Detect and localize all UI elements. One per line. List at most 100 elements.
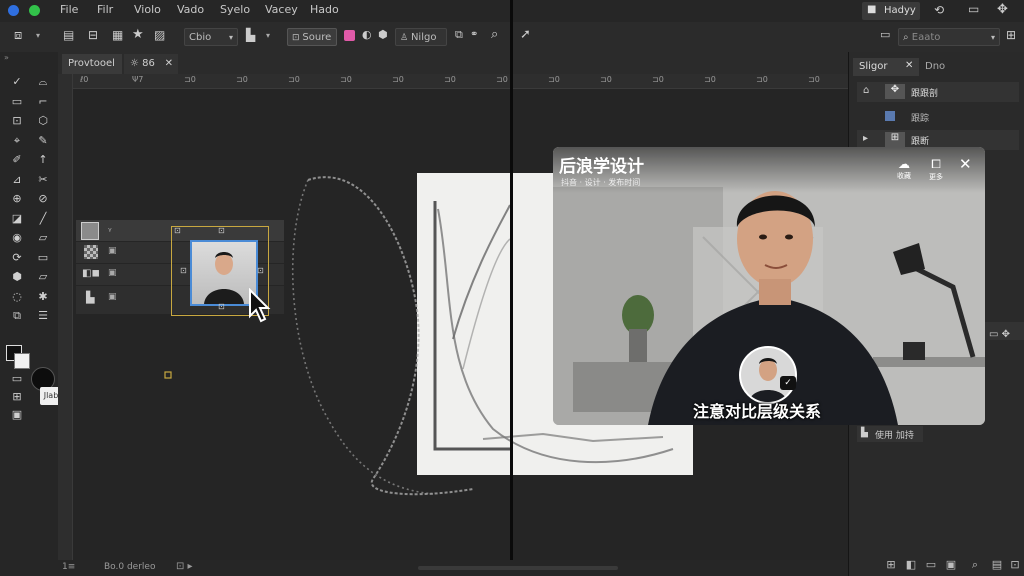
move-tool-icon[interactable]: ⧈ — [14, 28, 22, 43]
text-tool-icon[interactable]: ☰ — [34, 309, 52, 323]
grid-icon[interactable]: ▦ — [112, 28, 123, 42]
menu-syelo[interactable]: Syelo — [220, 3, 250, 16]
heal-tool-icon[interactable]: ⊕ — [8, 192, 26, 206]
handle-icon[interactable]: ⊡ — [218, 226, 225, 235]
chart-icon[interactable]: ▙ — [246, 28, 255, 42]
extra-tool-icon[interactable]: ⊞ — [8, 390, 26, 404]
color-swatch-icon[interactable] — [344, 30, 355, 41]
zoom-level[interactable]: Bo.0 derleo — [104, 562, 155, 572]
close-icon[interactable]: ✕ — [959, 155, 972, 173]
source-button[interactable]: ⊡ Soure — [287, 28, 337, 46]
image-icon[interactable]: ▨ — [154, 28, 165, 42]
link-icon[interactable]: ⚭ — [470, 29, 478, 40]
favorite-button[interactable]: ☁ 收藏 — [893, 157, 915, 183]
window-dot-icon[interactable] — [29, 5, 40, 16]
layer-item[interactable]: 跟踪 — [857, 108, 1019, 126]
tab-sligor[interactable]: Sligor ✕ — [853, 58, 919, 76]
shape-tool-icon[interactable]: ▱ — [34, 231, 52, 245]
chevron-down-icon[interactable]: ▾ — [36, 31, 40, 40]
menu-violo[interactable]: Violo — [134, 3, 161, 16]
layer-option-icon[interactable]: ᵧ — [108, 223, 112, 234]
fx-icon[interactable]: ▭ — [924, 558, 938, 572]
erase-tool-icon[interactable]: ⊘ — [34, 192, 52, 206]
background-color-swatch[interactable] — [14, 353, 30, 369]
dodge-tool-icon[interactable]: ◉ — [8, 231, 26, 245]
close-icon[interactable]: ✕ — [905, 60, 913, 71]
split-divider[interactable] — [510, 0, 513, 576]
blur-tool-icon[interactable]: ◌ — [8, 290, 26, 304]
arrow-tool-icon[interactable]: ↑ — [34, 153, 52, 167]
cursor-icon[interactable]: ➚ — [520, 27, 531, 42]
handle-icon[interactable]: ⊡ — [257, 266, 264, 275]
panel-toggle-icon[interactable]: ⊞ — [1006, 28, 1016, 42]
action-button[interactable]: ▙ 使用 加持 — [857, 426, 923, 442]
share-icon[interactable]: ⟲ — [934, 3, 944, 17]
handle-icon[interactable]: ⊡ — [174, 226, 181, 235]
video-player[interactable]: 后浪学设计 抖音 · 设计 · 发布时间 ☁ 收藏 ⧠ 更多 ✕ ✓ 注意对比层… — [553, 147, 985, 425]
layer-option-icon[interactable]: ▣ — [108, 268, 117, 278]
frame-tool-icon[interactable]: ⊡ — [8, 114, 26, 128]
layer-option-icon[interactable]: ▣ — [108, 292, 117, 302]
spot-tool-icon[interactable]: ✱ — [34, 290, 52, 304]
info-icon[interactable]: ⊡ ▸ — [176, 561, 193, 572]
menu-filr[interactable]: Filr — [97, 3, 113, 16]
marquee-tool-icon[interactable]: ▭ — [8, 95, 26, 109]
preset-dropdown[interactable]: Cbio ▾ — [184, 28, 238, 46]
search-field[interactable]: ⌕ Eaato ▾ — [898, 28, 1000, 46]
menu-file[interactable]: File — [60, 3, 78, 16]
scissors-tool-icon[interactable]: ✂ — [34, 173, 52, 187]
line-tool-icon[interactable]: ╱ — [34, 212, 52, 226]
rect-tool-icon[interactable]: ▭ — [34, 251, 52, 265]
tab-document[interactable]: ☼ 86 ✕ — [124, 54, 178, 74]
extra-tool-icon[interactable]: ▣ — [8, 408, 26, 422]
eyedrop-tool-icon[interactable]: ⌖ — [8, 134, 26, 148]
lasso-tool-icon[interactable]: ⌓ — [34, 75, 52, 89]
select-tool-icon[interactable]: ✓ — [8, 75, 26, 89]
tab-dno[interactable]: Dno — [925, 61, 945, 72]
stamp-tool-icon[interactable]: ⬢ — [8, 270, 26, 284]
panel-controls[interactable]: ▭ ✥ — [985, 322, 1024, 340]
expand-icon[interactable]: ▸ — [863, 133, 868, 144]
delete-icon[interactable]: ⊡ — [1008, 558, 1022, 572]
extra-tool-icon[interactable]: ▭ — [8, 372, 26, 386]
add-layer-icon[interactable]: ⊞ — [884, 558, 898, 572]
handle-icon[interactable]: ⊡ — [218, 302, 225, 311]
more-button[interactable]: ⧠ 更多 — [925, 157, 947, 183]
document-icon[interactable]: ▤ — [63, 28, 74, 42]
adjust-icon[interactable]: ▭ ✥ — [989, 329, 1010, 340]
search-icon[interactable]: ⌕ — [968, 558, 982, 572]
align-icon[interactable]: ⊟ — [88, 28, 98, 42]
tab-provtooel[interactable]: Provtooel — [62, 54, 122, 74]
search-icon[interactable]: ⌕ — [491, 27, 498, 42]
collapse-icon[interactable]: » — [4, 53, 9, 62]
settings-icon[interactable]: ✥ — [997, 2, 1008, 17]
stamp-icon[interactable]: ⬢ — [378, 28, 388, 41]
rotate-tool-icon[interactable]: ⟳ — [8, 251, 26, 265]
transform-icon[interactable]: ⧉ — [455, 28, 463, 42]
crop-tool-icon[interactable]: ⌐ — [34, 95, 52, 109]
minimize-icon[interactable]: ▭ — [968, 2, 979, 16]
pen-tool-icon[interactable]: ✎ — [34, 134, 52, 148]
workspace-icon[interactable]: ▭ — [880, 28, 890, 41]
menu-hado[interactable]: Hado — [310, 3, 339, 16]
chevron-down-icon[interactable]: ▾ — [266, 31, 270, 40]
gradient-tool-icon[interactable]: ⊿ — [8, 173, 26, 187]
transform-tool-icon[interactable]: ⧉ — [8, 309, 26, 323]
fill-tool-icon[interactable]: ◪ — [8, 212, 26, 226]
brush-icon[interactable]: ◐ — [362, 28, 372, 41]
mode-button[interactable]: ♙ Nilgo — [395, 28, 447, 46]
horizontal-scrollbar[interactable] — [418, 566, 618, 570]
mask-icon[interactable]: ◧ — [904, 558, 918, 572]
adjustment-icon[interactable]: ▣ — [944, 558, 958, 572]
pencil-tool-icon[interactable]: ✐ — [8, 153, 26, 167]
polygon-tool-icon[interactable]: ⬡ — [34, 114, 52, 128]
star-icon[interactable]: ★ — [132, 27, 144, 42]
layer-option-icon[interactable]: ▣ — [108, 246, 117, 256]
path-tool-icon[interactable]: ▱ — [34, 270, 52, 284]
layer-item[interactable]: ⌂ ✥ 跟跟剖 — [857, 82, 1019, 102]
creator-avatar[interactable] — [739, 346, 797, 404]
handle-icon[interactable]: ⊡ — [180, 266, 187, 275]
close-icon[interactable]: ✕ — [165, 54, 173, 74]
menu-vacey[interactable]: Vacey — [265, 3, 298, 16]
folder-icon[interactable]: ▤ — [990, 558, 1004, 572]
